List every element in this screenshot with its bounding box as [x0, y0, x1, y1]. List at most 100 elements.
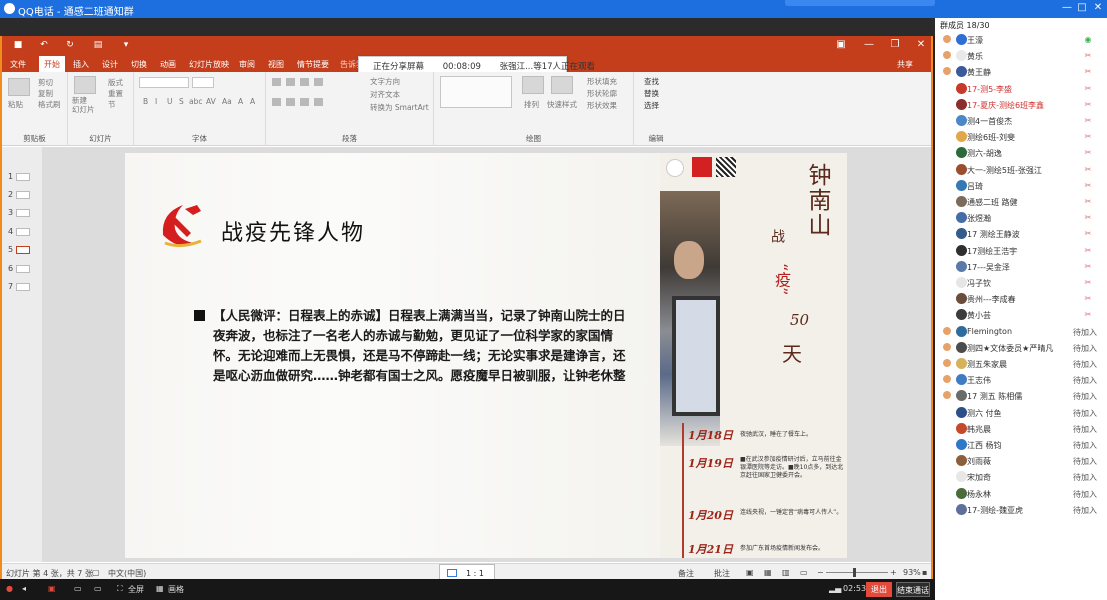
mic-muted-icon[interactable]: ✂	[1084, 51, 1092, 60]
tab-file[interactable]: 文件	[10, 59, 26, 70]
tab-home[interactable]: 开始	[39, 56, 65, 72]
font-color-button[interactable]: A	[250, 97, 255, 106]
increase-indent-icon[interactable]	[314, 78, 323, 86]
slide-thumbnail[interactable]: 4	[8, 227, 31, 236]
zoom-slider[interactable]	[826, 572, 888, 573]
exit-button[interactable]: 退出	[866, 582, 892, 597]
maximize-button[interactable]: □	[1075, 2, 1089, 15]
member-row[interactable]: 17---吴金泽 ✂	[935, 259, 1107, 275]
justify-icon[interactable]	[314, 98, 323, 106]
slide-thumbnail[interactable]: 1	[8, 172, 31, 181]
avatar[interactable]	[956, 503, 967, 515]
ppt-restore-button[interactable]: ❐	[888, 39, 902, 52]
close-button[interactable]: ✕	[1091, 2, 1105, 15]
member-row[interactable]: 测4一首俊杰 ✂	[935, 113, 1107, 129]
member-row[interactable]: 宋加奇 待加入	[935, 469, 1107, 485]
grow-font-button[interactable]: A	[238, 97, 243, 106]
member-row[interactable]: 江西 杨钧 待加入	[935, 437, 1107, 453]
text-direction-button[interactable]: 文字方向	[370, 76, 400, 87]
avatar[interactable]	[956, 422, 967, 434]
tab-storyboarding[interactable]: 情节提要	[297, 59, 329, 70]
tab-animations[interactable]: 动画	[160, 59, 176, 70]
avatar[interactable]	[956, 325, 967, 337]
mic-muted-icon[interactable]: ✂	[1084, 181, 1092, 190]
avatar[interactable]	[956, 390, 967, 402]
avatar[interactable]	[956, 196, 967, 207]
fit-slide-icon[interactable]: ▪	[922, 568, 927, 577]
member-row[interactable]: 黄小芸 ✂	[935, 307, 1107, 323]
reset-button[interactable]: 重置	[108, 88, 123, 99]
share-button[interactable]: 共享	[897, 59, 913, 70]
grid-mode-button[interactable]: 画格	[168, 584, 184, 595]
align-text-button[interactable]: 对齐文本	[370, 89, 400, 100]
comments-button[interactable]: 批注	[714, 568, 730, 579]
member-row[interactable]: 测六-胡逸 ✂	[935, 145, 1107, 161]
slide-body-text[interactable]: 【人民微评：日程表上的赤诚】日程表上满满当当，记录了钟南山院士的日夜奔波，也标注…	[213, 306, 633, 386]
paste-button[interactable]: 粘贴	[8, 99, 23, 110]
member-row[interactable]: 17-测绘-魏亚虎 待加入	[935, 502, 1107, 518]
italic-button[interactable]: I	[155, 97, 157, 106]
ppt-close-button[interactable]: ✕	[914, 39, 928, 52]
mic-muted-icon[interactable]: ✂	[1084, 67, 1092, 76]
mic-muted-icon[interactable]: ✂	[1084, 148, 1092, 157]
current-slide[interactable]: 战疫先锋人物 【人民微评：日程表上的赤诚】日程表上满满当当，记录了钟南山院士的日…	[125, 153, 847, 558]
slide-title[interactable]: 战疫先锋人物	[221, 215, 365, 247]
align-right-icon[interactable]	[300, 98, 309, 106]
slide-thumbnail-active[interactable]: 5	[8, 245, 31, 254]
customize-icon[interactable]: ▾	[120, 40, 132, 51]
section-button[interactable]: 节	[108, 99, 116, 110]
mic-muted-icon[interactable]: ✂	[1084, 310, 1092, 319]
member-row[interactable]: 测四★文体委员★严晴凡 待加入	[935, 340, 1107, 356]
member-row[interactable]: 17 测五 陈相儒 待加入	[935, 388, 1107, 404]
avatar[interactable]	[956, 406, 967, 418]
member-row[interactable]: 17-夏庆-测绘6班李鑫 ✂	[935, 97, 1107, 113]
avatar[interactable]	[956, 341, 967, 353]
zoom-in-button[interactable]: +	[890, 568, 897, 577]
mic-muted-icon[interactable]: ✂	[1084, 229, 1092, 238]
slide-thumbnail[interactable]: 6	[8, 264, 31, 273]
bold-button[interactable]: B	[143, 97, 148, 106]
layout-button[interactable]: 版式	[108, 77, 123, 88]
avatar[interactable]	[956, 309, 967, 321]
minimize-button[interactable]: —	[1060, 2, 1074, 15]
tab-review[interactable]: 审阅	[239, 59, 255, 70]
shape-effects-button[interactable]: 形状效果	[587, 100, 617, 111]
member-row[interactable]: 测五朱家晨 待加入	[935, 356, 1107, 372]
member-row[interactable]: 通感二班 路健 ✂	[935, 194, 1107, 210]
fullscreen-icon[interactable]: ⛶	[117, 584, 123, 594]
decrease-indent-icon[interactable]	[300, 78, 309, 86]
language-indicator[interactable]: 中文(中国)	[108, 568, 146, 579]
smartart-button[interactable]: 转换为 SmartArt	[370, 102, 429, 113]
mic-active-icon[interactable]: ◉	[1084, 35, 1092, 44]
underline-button[interactable]: U	[167, 97, 173, 106]
shadow-button[interactable]: S	[179, 97, 184, 106]
normal-view-icon[interactable]: ▣	[746, 568, 754, 577]
zoom-slider-thumb[interactable]	[853, 568, 856, 577]
align-center-icon[interactable]	[286, 98, 295, 106]
avatar[interactable]	[956, 293, 967, 305]
mic-muted-icon[interactable]: ✂	[1084, 132, 1092, 141]
avatar[interactable]	[956, 439, 967, 450]
zoom-out-button[interactable]: −	[817, 568, 824, 577]
member-row[interactable]: 黄王静 ✂	[935, 64, 1107, 80]
copy-button[interactable]: 复制	[38, 88, 53, 99]
present-icon[interactable]: ▤	[92, 40, 104, 51]
avatar[interactable]	[956, 66, 967, 78]
arrange-icon[interactable]	[522, 76, 544, 94]
grid-icon[interactable]: ▦	[156, 584, 164, 593]
member-row[interactable]: 王濠 ◉	[935, 32, 1107, 48]
strikethrough-button[interactable]: abc	[189, 97, 202, 106]
speaker-icon[interactable]: ◂	[22, 584, 26, 593]
paste-icon[interactable]	[8, 78, 30, 96]
arrange-button[interactable]: 排列	[524, 99, 539, 110]
new-slide-button[interactable]: 新建 幻灯片	[72, 96, 95, 114]
tab-insert[interactable]: 插入	[73, 59, 89, 70]
tab-design[interactable]: 设计	[102, 59, 118, 70]
select-button[interactable]: 选择	[644, 100, 659, 111]
avatar[interactable]	[956, 358, 967, 369]
ppt-minimize-button[interactable]: —	[862, 39, 876, 52]
member-row[interactable]: 贵州---李成春 ✂	[935, 291, 1107, 307]
bullets-icon[interactable]	[272, 78, 281, 86]
replace-button[interactable]: 替换	[644, 88, 659, 99]
record-icon[interactable]: ▭	[94, 584, 102, 593]
